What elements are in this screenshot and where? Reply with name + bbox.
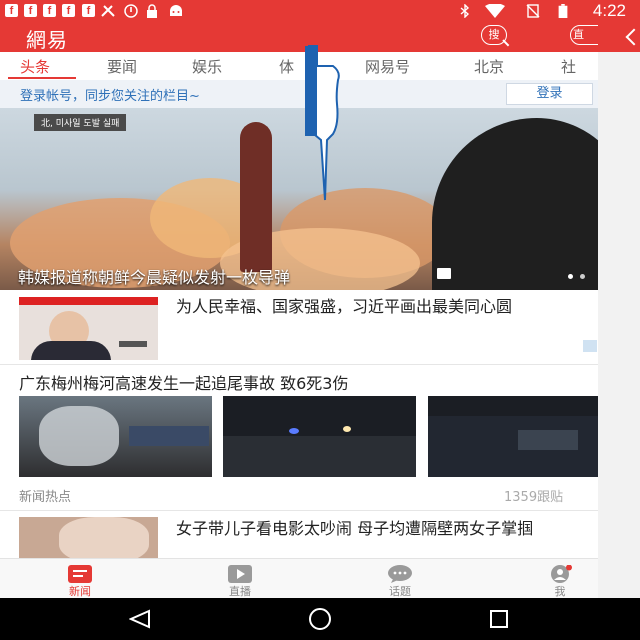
tools-icon — [101, 5, 115, 17]
nav-news[interactable]: 新闻 — [50, 559, 110, 599]
news-source: 新闻热点 — [19, 490, 72, 505]
login-button[interactable]: 登录 — [506, 83, 593, 105]
nav-me[interactable]: 我 — [530, 559, 590, 599]
divider — [0, 510, 598, 511]
facebook-icon: f — [82, 4, 95, 17]
news-item[interactable]: 为人民幸福、国家强盛，习近平画出最美同心圆 — [0, 290, 598, 364]
carousel-dot-active — [568, 274, 573, 279]
app-logo: 網易 — [26, 28, 68, 52]
no-sim-icon — [526, 4, 540, 18]
tab-netease-account[interactable]: 网易号 — [365, 56, 410, 77]
alarm-icon — [124, 4, 138, 18]
clock: 4:22 — [592, 1, 626, 20]
news-icon — [68, 565, 92, 583]
play-icon — [228, 565, 252, 583]
search-button[interactable]: 搜 — [481, 25, 507, 45]
nav-label: 话题 — [389, 585, 411, 598]
facebook-icon: f — [5, 4, 18, 17]
system-nav-bar — [0, 598, 640, 640]
news-thumbnail[interactable] — [19, 517, 158, 563]
android-icon — [170, 5, 182, 16]
user-icon — [551, 565, 572, 583]
news-photo[interactable] — [428, 396, 598, 477]
news-title[interactable]: 广东梅州梅河高速发生一起追尾事故 致6死3伤 — [19, 370, 348, 394]
nav-label: 直播 — [229, 585, 251, 598]
tab-news[interactable]: 要闻 — [107, 56, 137, 77]
carousel-dot — [580, 274, 585, 279]
facebook-icon: f — [43, 4, 56, 17]
bluetooth-icon — [460, 4, 470, 18]
hero-banner[interactable]: 北, 미사일 도발 실패 韩媒报道称朝鲜今晨疑似发射一枚导弹 — [0, 108, 598, 290]
nav-label: 新闻 — [69, 585, 91, 598]
news-title: 为人民幸福、国家强盛，习近平画出最美同心圆 — [176, 297, 513, 316]
tab-indicator — [8, 77, 76, 79]
news-photo[interactable] — [19, 396, 212, 477]
home-icon[interactable] — [308, 607, 332, 631]
wifi-icon — [485, 4, 505, 18]
tab-society[interactable]: 社 — [561, 56, 598, 77]
chevron-left-icon[interactable] — [625, 28, 640, 46]
missile-image — [240, 122, 272, 272]
side-drawer-edge — [598, 22, 640, 598]
app-header: 網易 搜 直 — [0, 22, 608, 52]
live-button-label: 直 — [573, 28, 584, 41]
nav-live[interactable]: 直播 — [210, 559, 270, 599]
hero-sign: 北, 미사일 도발 실패 — [34, 114, 127, 131]
tab-entertainment[interactable]: 娱乐 — [192, 56, 222, 77]
bottom-nav: 新闻 直播 话题 我 — [0, 558, 598, 599]
facebook-icon: f — [62, 4, 75, 17]
nav-topics[interactable]: 话题 — [370, 559, 430, 599]
floating-bubble[interactable] — [305, 44, 343, 202]
tab-beijing[interactable]: 北京 — [474, 56, 504, 77]
tab-headlines[interactable]: 头条 — [20, 56, 50, 77]
chat-bubble-icon — [388, 565, 412, 583]
recents-icon[interactable] — [489, 609, 509, 629]
side-drawer-header — [598, 22, 640, 52]
status-bar: f f f f f 4:22 — [0, 0, 640, 22]
news-title[interactable]: 女子带儿子看电影太吵闹 母子均遭隔壁两女子掌掴 — [176, 518, 596, 540]
battery-icon — [558, 4, 568, 18]
hero-caption: 韩媒报道称朝鲜今晨疑似发射一枚导弹 — [18, 268, 291, 287]
facebook-icon: f — [24, 4, 37, 17]
news-photo[interactable] — [223, 396, 416, 477]
login-banner: 登录帐号，同步您关注的栏目~ 登录 — [0, 80, 598, 108]
nav-label: 我 — [554, 585, 566, 598]
person-silhouette — [432, 118, 598, 290]
tab-sports[interactable]: 体 — [279, 56, 294, 77]
login-prompt: 登录帐号，同步您关注的栏目~ — [20, 89, 200, 104]
lock-icon — [147, 4, 157, 18]
tag-icon — [583, 340, 597, 352]
comment-count: 1359跟贴 — [504, 490, 564, 505]
search-icon — [502, 39, 510, 47]
channel-tabs: 头条 要闻 娱乐 体 网易号 北京 社 — [0, 52, 598, 80]
news-thumbnail — [19, 297, 158, 360]
gallery-icon — [437, 268, 451, 279]
back-icon[interactable] — [129, 609, 151, 629]
divider — [0, 364, 598, 365]
